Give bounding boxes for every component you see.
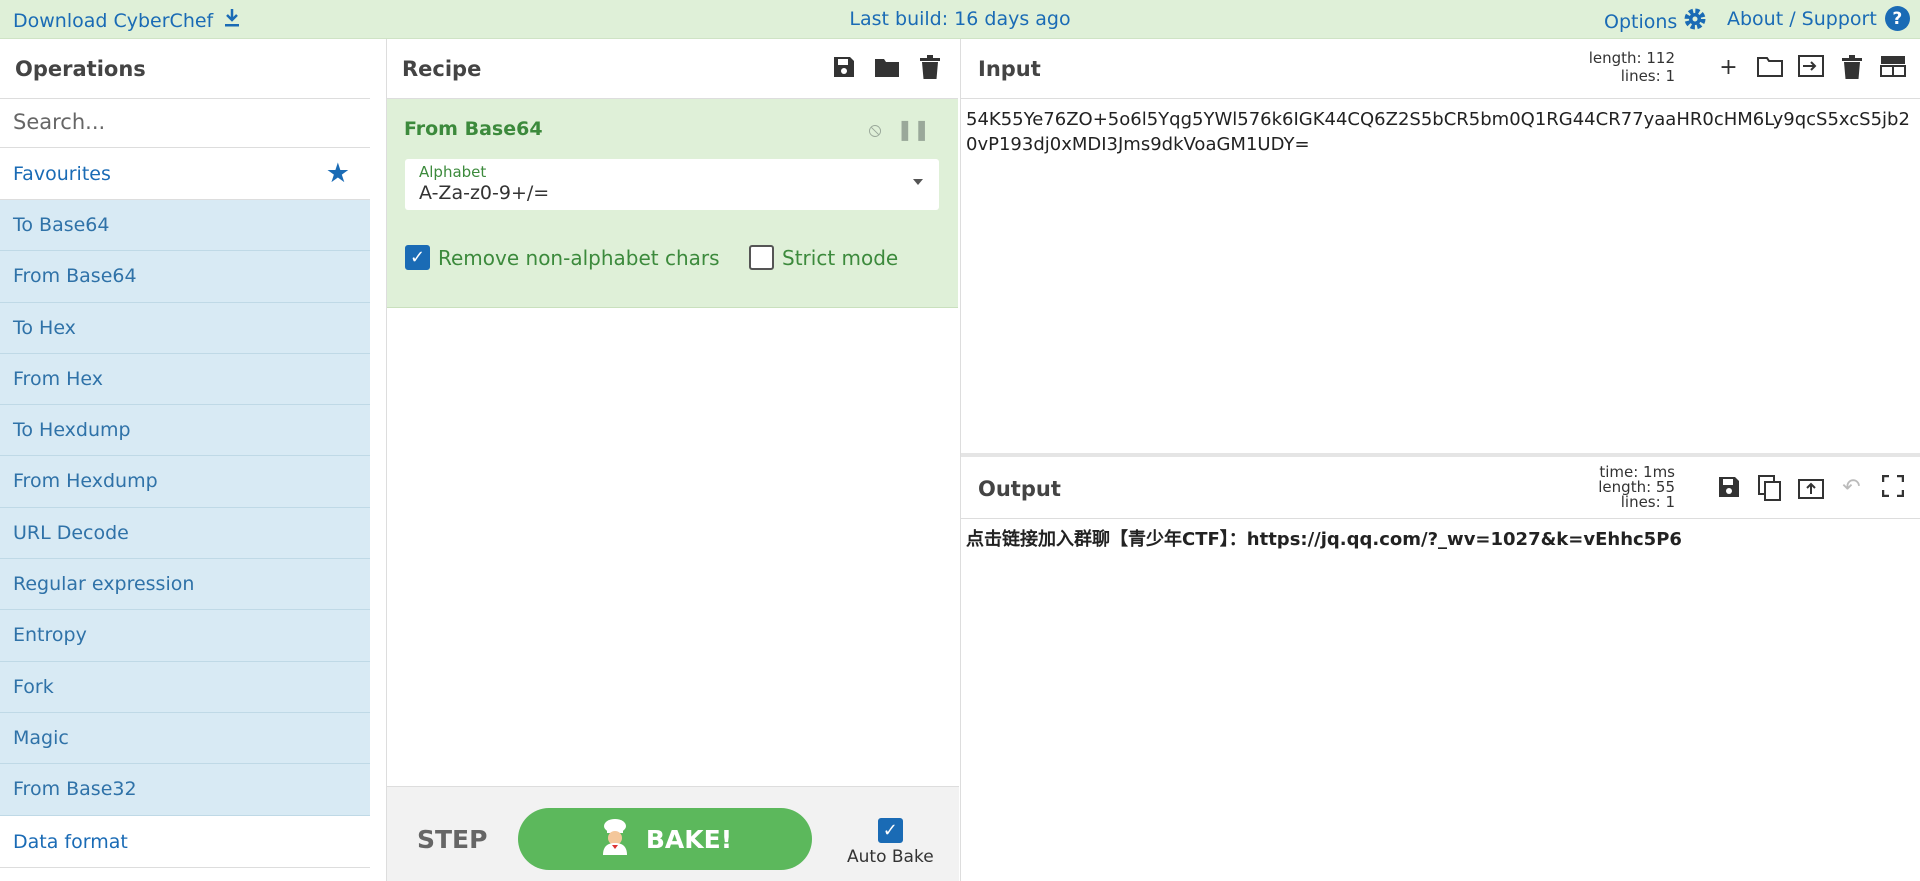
- io-panel: Input length: 112 lines: 1 + 54K55Ye76ZO…: [960, 39, 1920, 881]
- recipe-header: Recipe: [387, 39, 958, 99]
- alphabet-value: A-Za-z0-9+/=: [419, 182, 550, 204]
- operation-item[interactable]: To Base64: [0, 200, 370, 252]
- disable-icon[interactable]: ⦸: [868, 117, 881, 141]
- operation-card: From Base64 ⦸ ❚❚ Alphabet A-Za-z0-9+/= ✓…: [387, 99, 958, 308]
- operation-item[interactable]: Fork: [0, 661, 370, 713]
- recipe-footer: STEP BAKE! ✓ Auto Bake: [387, 786, 959, 881]
- operations-title: Operations: [0, 39, 370, 99]
- auto-bake-label: Auto Bake: [847, 847, 934, 867]
- remove-non-alphabet-label: Remove non-alphabet chars: [438, 245, 720, 270]
- strict-mode-label: Strict mode: [782, 245, 899, 270]
- layout-icon[interactable]: [1880, 55, 1906, 80]
- undo-icon[interactable]: ↶: [1839, 475, 1864, 500]
- output-toolbar: ↶: [1716, 474, 1905, 501]
- operation-item[interactable]: URL Decode: [0, 507, 370, 560]
- about-support-button[interactable]: About / Support ?: [1727, 6, 1910, 31]
- strict-mode-checkbox[interactable]: Strict mode: [749, 245, 898, 270]
- output-lines: lines: 1: [1620, 493, 1675, 511]
- maximize-icon[interactable]: [1880, 474, 1905, 500]
- operation-item[interactable]: To Hex: [0, 302, 370, 354]
- about-label: About / Support: [1727, 7, 1877, 30]
- operation-item[interactable]: Magic: [0, 712, 370, 765]
- bake-label: BAKE!: [645, 824, 733, 854]
- alphabet-label: Alphabet: [419, 163, 487, 181]
- recipe-panel: Recipe From Base64 ⦸ ❚❚ Alphabet A-Za-z0…: [386, 39, 959, 881]
- checkbox-checked-icon[interactable]: ✓: [405, 245, 430, 270]
- save-icon[interactable]: [831, 55, 856, 80]
- recipe-title: Recipe: [402, 57, 482, 81]
- trash-icon[interactable]: [917, 55, 942, 80]
- input-text[interactable]: 54K55Ye76ZO+5o6l5Yqg5YWl576k6IGK44CQ6Z2S…: [961, 99, 1920, 165]
- chevron-down-icon: [913, 179, 923, 185]
- input-pane: Input length: 112 lines: 1 + 54K55Ye76ZO…: [961, 39, 1920, 457]
- input-title: Input: [978, 57, 1041, 81]
- checkbox-checked-icon[interactable]: ✓: [877, 818, 903, 843]
- step-button[interactable]: STEP: [417, 825, 487, 854]
- operation-item[interactable]: Entropy: [0, 610, 370, 662]
- options-label: Options: [1604, 10, 1678, 33]
- category-data-format[interactable]: Data format: [0, 816, 370, 868]
- top-banner: Download CyberChef Last build: 16 days a…: [0, 0, 1920, 39]
- pause-icon[interactable]: ❚❚: [896, 117, 930, 141]
- trash-icon[interactable]: [1839, 55, 1864, 80]
- output-header: Output time: 1ms length: 55 lines: 1 ↶: [961, 457, 1920, 519]
- operation-item[interactable]: From Hexdump: [0, 456, 370, 508]
- input-stats: length: 112 lines: 1: [1589, 49, 1675, 85]
- replace-input-icon[interactable]: [1798, 475, 1824, 500]
- operation-item[interactable]: From Base32: [0, 764, 370, 816]
- folder-icon[interactable]: [874, 55, 899, 80]
- chef-icon: [598, 817, 632, 861]
- copy-icon[interactable]: [1757, 475, 1782, 501]
- recipe-toolbar: [831, 55, 942, 80]
- auto-bake-checkbox[interactable]: ✓ Auto Bake: [847, 818, 934, 867]
- checkbox-unchecked-icon[interactable]: [749, 245, 774, 270]
- input-lines: lines: 1: [1620, 67, 1675, 85]
- operations-panel: Operations Search... Favourites ★ To Bas…: [0, 39, 370, 881]
- save-icon[interactable]: [1716, 475, 1741, 500]
- gear-icon: [1682, 6, 1708, 37]
- input-header: Input length: 112 lines: 1 +: [961, 39, 1920, 99]
- alphabet-select[interactable]: Alphabet A-Za-z0-9+/=: [405, 159, 939, 210]
- input-length: length: 112: [1588, 49, 1675, 67]
- options-button[interactable]: Options: [1604, 6, 1708, 37]
- help-icon: ?: [1884, 6, 1910, 31]
- add-icon[interactable]: +: [1716, 55, 1741, 80]
- star-icon[interactable]: ★: [326, 158, 350, 189]
- output-pane: Output time: 1ms length: 55 lines: 1 ↶ 点…: [961, 457, 1920, 560]
- output-text[interactable]: 点击链接加入群聊【青少年CTF】：https://jq.qq.com/?_wv=…: [961, 519, 1920, 560]
- operation-item[interactable]: Regular expression: [0, 559, 370, 611]
- open-folder-icon[interactable]: [1757, 55, 1783, 80]
- bake-button[interactable]: BAKE!: [518, 808, 812, 870]
- operation-controls: ⦸ ❚❚: [868, 117, 930, 141]
- operation-item[interactable]: From Base64: [0, 251, 370, 303]
- operation-name: From Base64: [404, 118, 543, 140]
- open-file-icon[interactable]: [1798, 55, 1824, 80]
- operation-item[interactable]: To Hexdump: [0, 405, 370, 457]
- favourites-label: Favourites: [13, 163, 111, 185]
- input-toolbar: +: [1716, 55, 1906, 80]
- output-stats: time: 1ms length: 55 lines: 1: [1598, 465, 1675, 510]
- output-title: Output: [978, 477, 1061, 501]
- remove-non-alphabet-checkbox[interactable]: ✓ Remove non-alphabet chars: [405, 245, 720, 270]
- operation-item[interactable]: From Hex: [0, 353, 370, 406]
- search-input[interactable]: Search...: [0, 99, 370, 148]
- category-favourites[interactable]: Favourites ★: [0, 148, 370, 200]
